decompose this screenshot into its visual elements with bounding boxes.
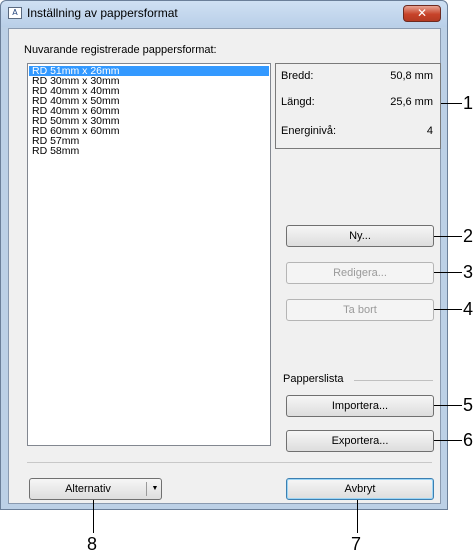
callout-5: 5 [463,395,474,415]
callout-1: 1 [463,93,474,113]
registered-formats-label: Nuvarande registrerade pappersformat: [24,44,217,56]
edit-button[interactable]: Redigera... [286,262,434,284]
paper-list-divider [354,380,433,381]
paper-list-group-label: Papperslista [283,373,344,385]
list-item[interactable]: RD 58mm [29,146,269,157]
callout-line-6 [434,440,462,441]
callout-line-8 [93,500,94,533]
format-info-panel: Bredd: 50,8 mm Längd: 25,6 mm Energinivå… [275,63,441,149]
energy-value: 4 [426,125,433,137]
callout-6: 6 [463,430,474,450]
callout-line-7 [357,500,358,533]
callout-line-4 [434,309,462,310]
new-button[interactable]: Ny... [286,225,434,247]
options-button-label: Alternativ [65,483,111,495]
callout-3: 3 [463,262,474,282]
callout-2: 2 [463,226,474,246]
length-value: 25,6 mm [390,96,433,108]
callout-4: 4 [463,299,474,319]
width-value: 50,8 mm [390,70,433,82]
import-button[interactable]: Importera... [286,395,434,417]
export-button[interactable]: Exportera... [286,430,434,452]
paper-settings-icon: A [8,7,22,19]
dropdown-arrow-icon[interactable]: ▼ [149,479,161,499]
close-button[interactable]: ✕ [403,5,441,22]
options-split-button[interactable]: Alternativ ▼ [29,478,162,500]
delete-button[interactable]: Ta bort [286,299,434,321]
callout-line-1 [441,103,462,104]
callout-7: 7 [351,534,362,554]
width-label: Bredd: [281,70,314,82]
callout-line-5 [434,405,462,406]
title-bar[interactable]: A Inställning av pappersformat ✕ [1,1,447,27]
energy-label: Energinivå: [281,125,337,137]
callout-line-2 [434,236,462,237]
bottom-separator [27,462,432,463]
length-label: Längd: [281,96,315,108]
cancel-button[interactable]: Avbryt [286,478,434,500]
callout-8: 8 [87,534,98,554]
window-title: Inställning av pappersformat [27,6,178,20]
split-divider [146,482,147,496]
paper-format-list[interactable]: RD 51mm x 26mm RD 30mm x 30mm RD 40mm x … [27,63,271,446]
callout-line-3 [434,272,462,273]
